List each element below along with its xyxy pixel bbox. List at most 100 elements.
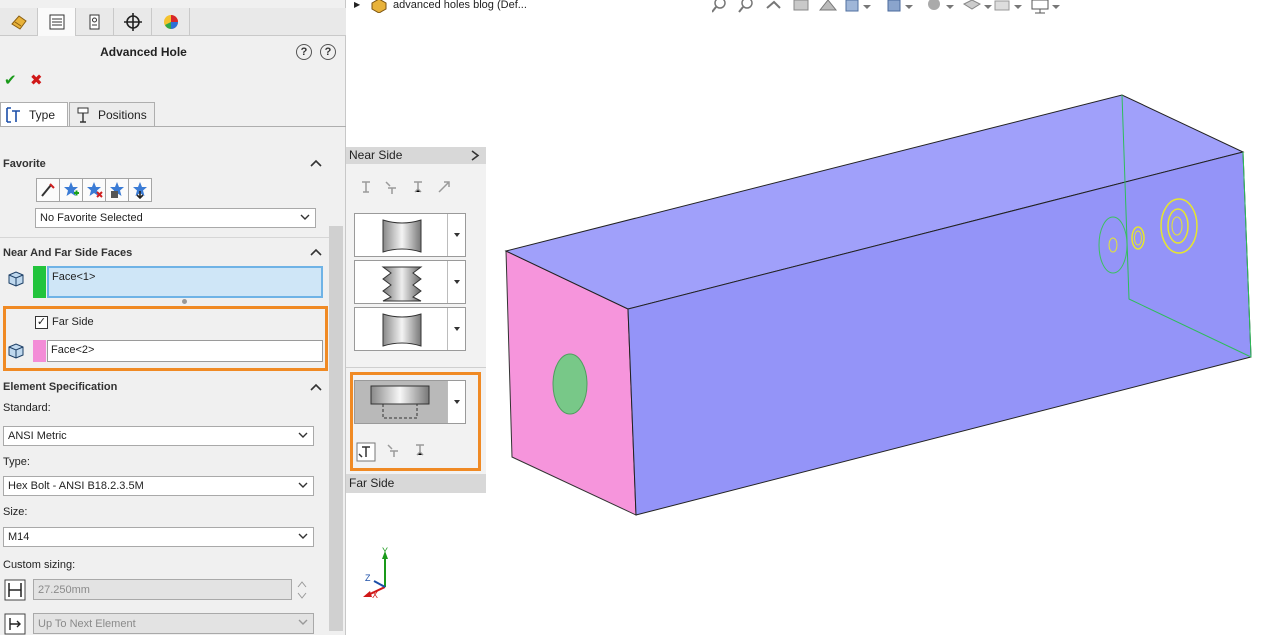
load-favorite-icon[interactable]	[128, 178, 152, 202]
near-element-counterbore[interactable]	[354, 213, 466, 257]
favorite-toolbar	[36, 178, 152, 202]
far-side-checkbox[interactable]: ✓	[35, 316, 48, 329]
ok-check-icon[interactable]: ✔	[4, 71, 17, 89]
custom-sizing-value: 27.250mm	[38, 583, 90, 596]
delete-element-icon[interactable]	[410, 179, 426, 195]
delete-favorite-icon[interactable]	[82, 178, 106, 202]
type-tab-icon	[6, 106, 20, 123]
display-manager-tab[interactable]	[152, 8, 190, 36]
standard-select[interactable]: ANSI Metric	[3, 426, 314, 446]
far-element-hex-bolt[interactable]	[354, 380, 466, 424]
type-label: Type:	[3, 456, 30, 468]
previous-view-icon[interactable]	[766, 0, 781, 9]
property-manager-panel: Advanced Hole ? ? ✔ ✖ Type Positions Fav…	[0, 0, 346, 635]
heads-up-toolbar	[712, 0, 1060, 14]
chevron-down-icon	[453, 233, 460, 237]
near-element-tap[interactable]	[354, 260, 466, 304]
far-face-color-swatch	[33, 340, 46, 362]
chevron-down-icon	[298, 619, 308, 625]
end-condition-select[interactable]: Up To Next Element	[33, 613, 314, 634]
standard-label: Standard:	[3, 402, 51, 414]
feature-tree-part[interactable]: advanced holes blog (Def...	[393, 0, 527, 11]
custom-sizing-input[interactable]: 27.250mm	[33, 579, 292, 600]
reference-triad: Y Z X	[363, 546, 388, 600]
tree-expand-icon[interactable]: ▶	[354, 0, 360, 9]
configuration-manager-tab[interactable]	[76, 8, 114, 36]
property-manager-tab[interactable]	[38, 8, 76, 36]
element-dropdown[interactable]	[447, 261, 465, 303]
standard-value: ANSI Metric	[8, 430, 67, 442]
chevron-right-icon[interactable]	[470, 150, 480, 161]
chevron-down-icon	[453, 400, 460, 404]
dynamic-annotation-icon[interactable]	[818, 0, 838, 11]
expand-element-icon[interactable]	[436, 179, 452, 195]
near-side-header[interactable]: Near Side	[346, 147, 486, 164]
section-view-icon[interactable]	[793, 0, 809, 11]
manager-tabs-bar	[0, 8, 346, 36]
edit-appearance-icon[interactable]	[962, 0, 992, 10]
part-model-view[interactable]	[486, 85, 1265, 525]
far-face-selection-box[interactable]: Face<2>	[47, 340, 323, 362]
far-side-label: Far Side	[52, 316, 94, 328]
triad-y-label: Y	[382, 546, 388, 556]
zoom-to-fit-icon[interactable]	[712, 0, 726, 13]
save-favorite-icon[interactable]	[105, 178, 129, 202]
counterbore-icon	[382, 219, 422, 253]
resize-grip[interactable]	[182, 299, 187, 304]
chevron-up-icon[interactable]	[310, 382, 322, 392]
near-face-selection-box[interactable]: Face<1>	[47, 266, 323, 298]
view-settings-icon[interactable]	[1031, 0, 1060, 14]
near-face-value: Face<1>	[52, 271, 96, 283]
element-dropdown[interactable]	[447, 308, 465, 350]
panel-scrollbar[interactable]	[329, 226, 343, 631]
display-style-icon[interactable]	[887, 0, 913, 12]
apply-defaults-icon[interactable]	[36, 178, 60, 202]
face-select-icon	[8, 343, 24, 359]
chevron-down-icon	[453, 327, 460, 331]
configuration-manager-icon	[89, 14, 99, 30]
element-spec-header: Element Specification	[3, 381, 118, 393]
spinner-icon[interactable]	[296, 579, 308, 601]
insert-element-icon[interactable]	[358, 179, 374, 195]
help-icon[interactable]: ?	[320, 44, 336, 60]
apply-scene-icon[interactable]	[994, 0, 1022, 11]
tab-positions[interactable]: Positions	[69, 102, 155, 127]
chevron-up-icon[interactable]	[310, 247, 322, 257]
view-orientation-icon[interactable]	[845, 0, 871, 12]
display-manager-icon	[163, 15, 178, 29]
near-side-element-tools	[358, 179, 452, 195]
near-hole[interactable]	[552, 353, 588, 415]
insert-below-icon[interactable]	[386, 442, 402, 458]
cancel-x-icon[interactable]: ✖	[30, 71, 43, 89]
near-element-straight[interactable]	[354, 307, 466, 351]
type-select[interactable]: Hex Bolt - ANSI B18.2.3.5M	[3, 476, 314, 496]
far-side-footer[interactable]: Far Side	[346, 474, 486, 493]
size-select[interactable]: M14	[3, 527, 314, 547]
page-title: Advanced Hole	[100, 45, 187, 59]
triad-z-axis	[373, 580, 386, 588]
hex-bolt-counterbore-icon	[370, 385, 430, 419]
far-side-element-tools	[356, 442, 428, 462]
delete-element-icon[interactable]	[412, 442, 428, 458]
help-whats-new-icon[interactable]: ?	[296, 44, 312, 60]
dimxpert-tab[interactable]	[114, 8, 152, 36]
insert-below-icon[interactable]	[384, 179, 400, 195]
size-label: Size:	[3, 506, 28, 518]
type-value: Hex Bolt - ANSI B18.2.3.5M	[8, 480, 144, 492]
chevron-down-icon	[298, 432, 308, 438]
chevron-up-icon[interactable]	[310, 158, 322, 168]
favorite-select[interactable]: No Favorite Selected	[35, 208, 316, 228]
near-side-panel: Near Side Far Side	[346, 147, 486, 493]
add-favorite-icon[interactable]	[59, 178, 83, 202]
chevron-down-icon	[300, 214, 310, 220]
hide-show-icon[interactable]	[928, 0, 954, 10]
tab-type[interactable]: Type	[0, 102, 68, 127]
feature-manager-tab[interactable]	[0, 8, 38, 36]
insert-element-icon[interactable]	[356, 442, 376, 462]
tab-type-label: Type	[29, 107, 56, 122]
element-dropdown[interactable]	[447, 381, 465, 423]
far-face-value: Face<2>	[51, 344, 95, 356]
zoom-to-area-icon[interactable]	[738, 0, 753, 13]
feature-manager-icon	[10, 15, 27, 30]
element-dropdown[interactable]	[447, 214, 465, 256]
